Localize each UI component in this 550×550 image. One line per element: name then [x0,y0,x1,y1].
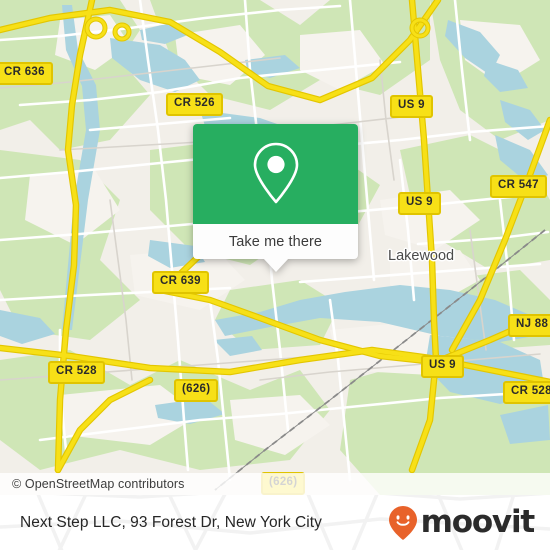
map-canvas[interactable]: Lakewood CR 636 CR 526 US 9 US 9 CR 547 … [0,0,550,495]
location-title: Next Step LLC, 93 Forest Dr, New York Ci… [20,513,322,531]
road-shield-626-upper[interactable]: (626) [174,379,219,402]
road-shield-cr528-east[interactable]: CR 528 [503,381,550,404]
moovit-wordmark: moovit [420,504,536,540]
road-shield-cr526[interactable]: CR 526 [166,93,223,116]
moovit-smiley-pin-icon [388,505,417,540]
road-shield-cr547[interactable]: CR 547 [490,175,547,198]
map-pin-icon [253,142,298,204]
road-shield-nj88[interactable]: NJ 88 [508,314,550,337]
road-shield-us9-south[interactable]: US 9 [421,355,464,378]
moovit-logo[interactable]: moovit [388,504,536,541]
road-shield-cr639[interactable]: CR 639 [152,271,209,294]
popup-pointer-tail [262,258,289,272]
road-shield-cr528-west[interactable]: CR 528 [48,361,105,384]
attribution-text: © OpenStreetMap contributors [12,477,185,491]
road-shield-us9-north[interactable]: US 9 [390,95,433,118]
take-me-there-label: Take me there [228,233,323,250]
map-attribution: © OpenStreetMap contributors [0,473,550,495]
footer-bar: Next Step LLC, 93 Forest Dr, New York Ci… [0,495,550,550]
road-shield-cr636[interactable]: CR 636 [0,62,53,85]
moovit-map-share-card: Lakewood CR 636 CR 526 US 9 US 9 CR 547 … [0,0,550,550]
road-shield-us9-mid[interactable]: US 9 [398,192,441,215]
popup-action-area[interactable]: Take me there [193,224,358,272]
place-label-lakewood: Lakewood [388,248,455,264]
popup-icon-area [193,124,358,224]
location-popup-card[interactable]: Take me there [193,124,358,272]
